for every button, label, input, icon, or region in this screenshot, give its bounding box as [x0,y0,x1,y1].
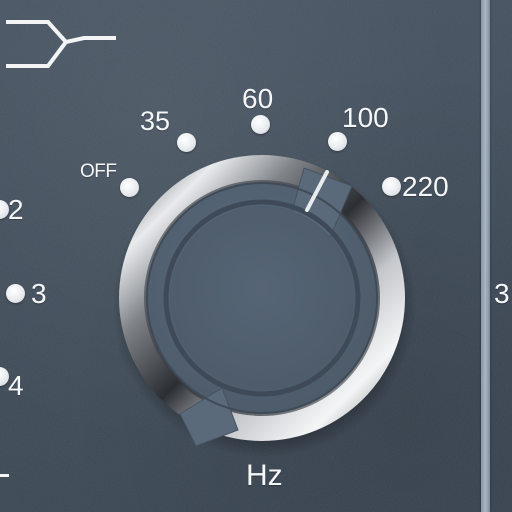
right-edge-label: 3 [494,278,510,309]
plugin-panel: OFF 35 60 100 220 2 3 4 Hz 3 [0,0,512,512]
knob-unit-label: Hz [246,459,283,492]
frequency-knob[interactable] [0,0,512,512]
knob-face [170,206,354,390]
fader-rail[interactable] [481,0,490,512]
